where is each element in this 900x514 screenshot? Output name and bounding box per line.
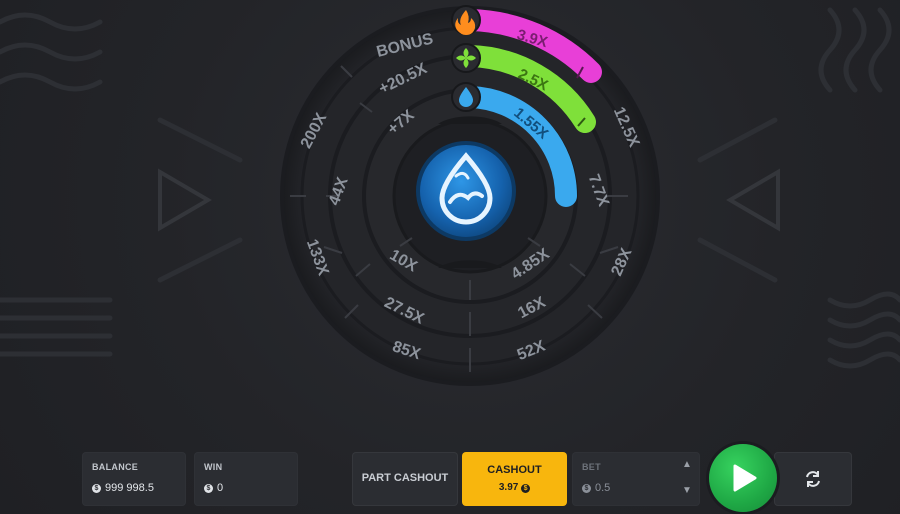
auto-play-button[interactable] (774, 452, 852, 506)
refresh-icon (806, 471, 820, 487)
balance-panel: BALANCE $ 999 998.5 (82, 452, 186, 506)
bet-panel: BET $ 0.5 ▲ ▼ (572, 452, 700, 506)
win-value: $ 0 (204, 482, 223, 494)
coin-icon: $ (521, 484, 531, 493)
win-label: WIN (204, 462, 223, 472)
balance-amount: 999 998.5 (105, 482, 154, 494)
play-icon (733, 464, 757, 492)
balance-value: $ 999 998.5 (92, 482, 154, 494)
win-panel: WIN $ 0 (194, 452, 298, 506)
coin-icon: $ (582, 483, 591, 493)
bet-decrease-icon[interactable]: ▼ (680, 484, 694, 498)
water-wave-drop-icon (416, 141, 516, 241)
multiplier-wheel: BONUS +20.5X 200X 133X 85X 52X 28X 12.5X… (280, 5, 660, 386)
win-amount: 0 (217, 482, 224, 494)
cashout-label: CASHOUT (487, 464, 542, 476)
cashout-amount-row: 3.97 $ (462, 482, 567, 493)
bet-increase-icon[interactable]: ▲ (680, 458, 694, 472)
balance-label: BALANCE (92, 462, 139, 472)
bet-amount: 0.5 (595, 482, 611, 494)
cashout-amount: 3.97 (498, 482, 519, 493)
part-cashout-button[interactable]: PART CASHOUT (352, 452, 458, 506)
water-drop-icon (451, 82, 481, 112)
coin-icon: $ (92, 483, 101, 493)
game-stage: BONUS +20.5X 200X 133X 85X 52X 28X 12.5X… (0, 0, 900, 514)
bet-label: BET (582, 462, 601, 472)
cashout-button[interactable]: CASHOUT 3.97 $ (462, 452, 567, 506)
bet-value: $ 0.5 (582, 482, 610, 494)
leaf-icon (451, 43, 481, 73)
fire-icon (451, 5, 481, 35)
coin-icon: $ (204, 483, 213, 493)
play-button[interactable] (709, 444, 777, 512)
part-cashout-label: PART CASHOUT (361, 472, 449, 484)
